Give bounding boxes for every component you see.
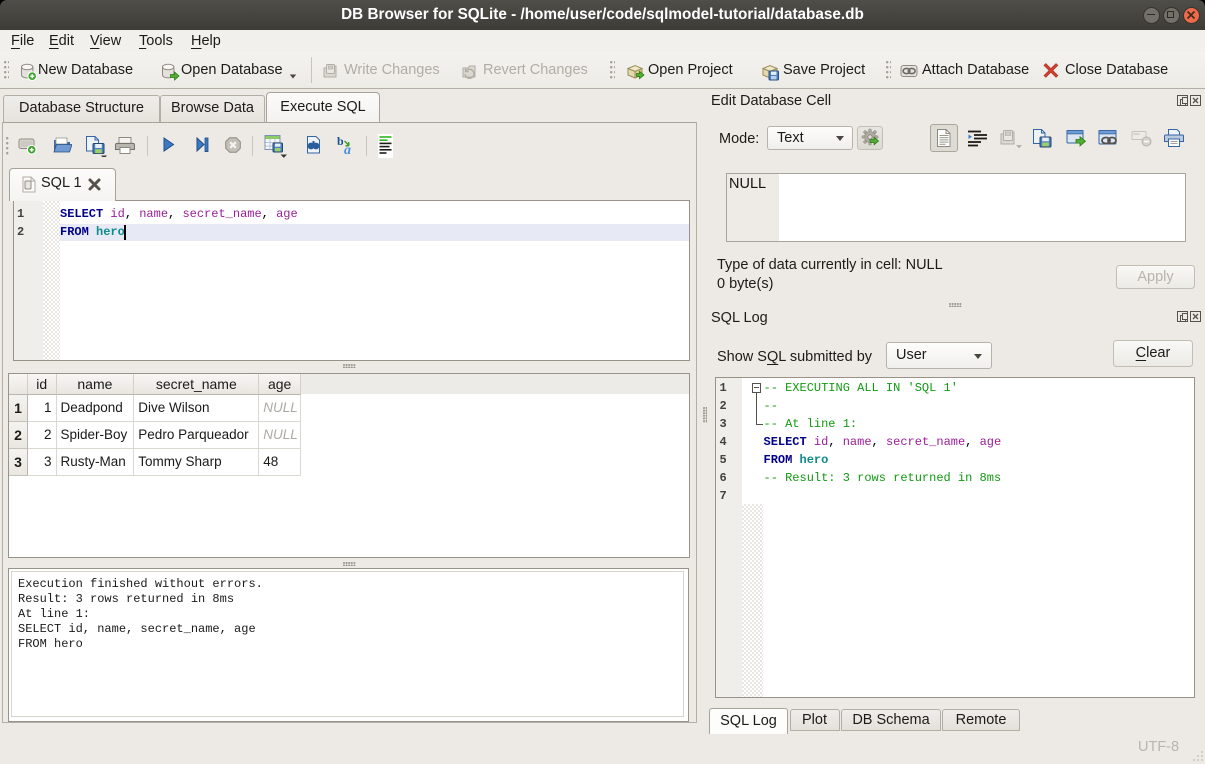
svg-text:b: b <box>337 135 344 148</box>
svg-text:a: a <box>344 143 351 156</box>
